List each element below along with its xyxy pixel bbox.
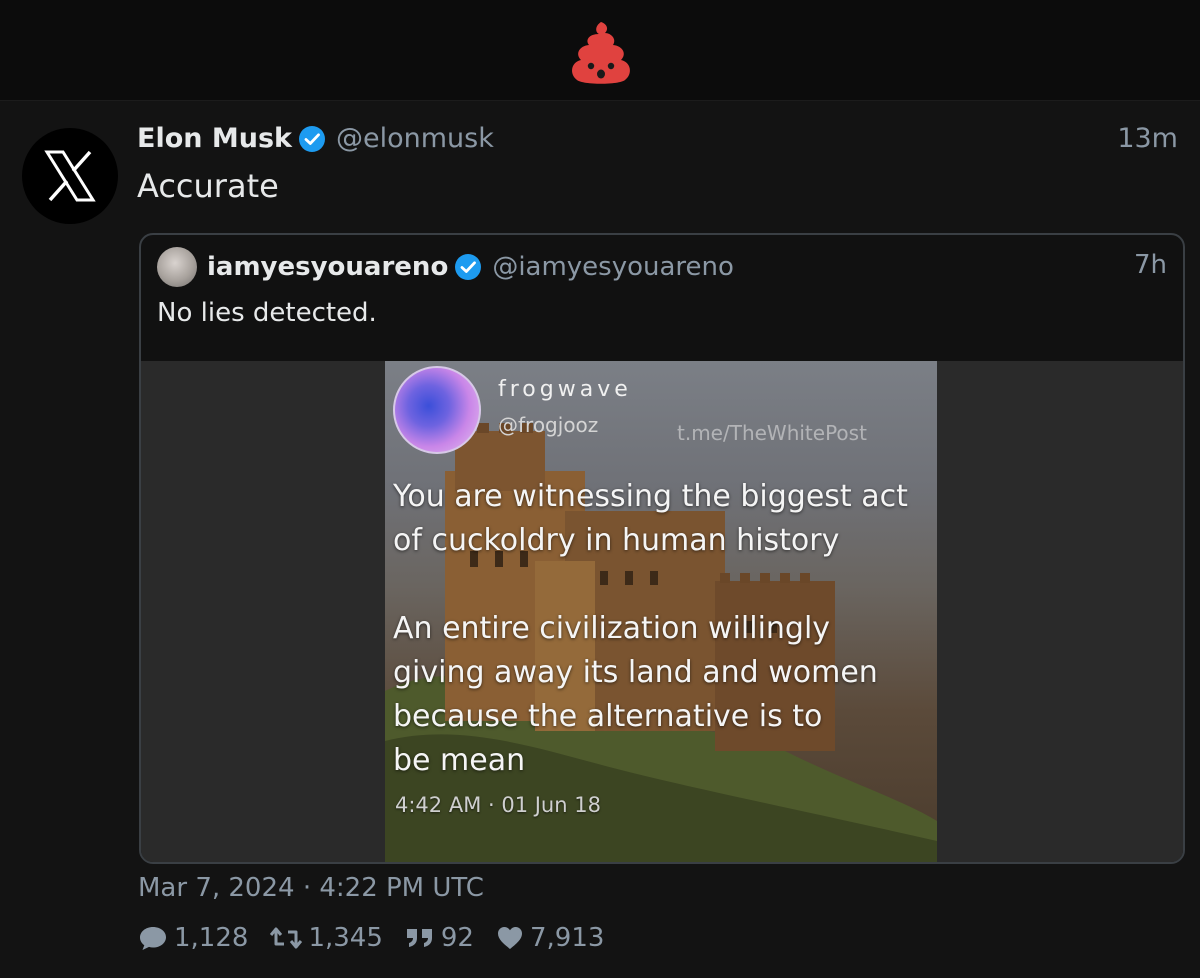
meme-text-line: You are witnessing the biggest act bbox=[393, 479, 908, 514]
engagement-stats: 1,128 1,345 92 7,913 bbox=[138, 921, 604, 955]
quote-avatar[interactable] bbox=[157, 247, 197, 287]
tweet-header: Elon Musk @elonmusk bbox=[137, 121, 494, 157]
quoted-tweet[interactable]: iamyesyouareno @iamyesyouareno 7h No lie… bbox=[139, 233, 1185, 864]
user-handle[interactable]: @elonmusk bbox=[336, 121, 494, 157]
meme-text-line: giving away its land and women bbox=[393, 655, 878, 690]
meme-watermark: t.me/TheWhitePost bbox=[677, 421, 867, 445]
comment-icon bbox=[140, 927, 166, 950]
meme-text-line: be mean bbox=[393, 743, 526, 778]
quote-time[interactable]: 7h bbox=[1134, 247, 1167, 283]
display-name[interactable]: Elon Musk bbox=[137, 121, 292, 157]
heart-icon bbox=[497, 927, 522, 949]
quote-display-name[interactable]: iamyesyouareno bbox=[207, 249, 448, 285]
meme-avatar bbox=[393, 366, 481, 454]
quote-media[interactable]: frogwave @frogjooz t.me/TheWhitePost You… bbox=[141, 361, 1183, 862]
meme-timestamp: 4:42 AM · 01 Jun 18 bbox=[395, 793, 601, 817]
tweet-timestamp[interactable]: Mar 7, 2024 · 4:22 PM UTC bbox=[138, 871, 484, 905]
quote-header: iamyesyouareno @iamyesyouareno bbox=[157, 247, 734, 287]
meme-image[interactable]: frogwave @frogjooz t.me/TheWhitePost You… bbox=[385, 361, 937, 862]
tweet-text: Accurate bbox=[137, 167, 279, 205]
quote-text: No lies detected. bbox=[157, 298, 377, 328]
top-bar bbox=[0, 0, 1200, 101]
avatar[interactable] bbox=[22, 128, 118, 224]
reply-count[interactable]: 1,128 bbox=[138, 921, 248, 955]
quote-icon bbox=[406, 929, 432, 947]
quote-count[interactable]: 92 bbox=[405, 921, 474, 955]
retweet-count[interactable]: 1,345 bbox=[270, 921, 383, 955]
retweet-icon bbox=[270, 927, 303, 949]
meme-text-line: because the alternative is to bbox=[393, 699, 823, 734]
reply-count-value: 1,128 bbox=[174, 923, 249, 953]
meme-text-line: of cuckoldry in human history bbox=[393, 523, 840, 558]
like-count[interactable]: 7,913 bbox=[496, 921, 604, 955]
x-logo-icon bbox=[44, 150, 96, 202]
verified-badge-icon bbox=[299, 126, 325, 152]
retweet-count-value: 1,345 bbox=[308, 923, 383, 953]
poop-emoji-icon[interactable] bbox=[565, 18, 637, 88]
tweet-card[interactable]: Elon Musk @elonmusk 13m Accurate iamyesy… bbox=[0, 101, 1200, 978]
tweet-time[interactable]: 13m bbox=[1117, 121, 1178, 157]
quote-count-value: 92 bbox=[440, 923, 474, 953]
verified-badge-icon bbox=[455, 254, 482, 280]
meme-text-line: An entire civilization willingly bbox=[393, 611, 831, 646]
meme-author-name: frogwave bbox=[498, 377, 632, 402]
like-count-value: 7,913 bbox=[529, 923, 605, 953]
quote-handle[interactable]: @iamyesyouareno bbox=[492, 249, 734, 285]
meme-author-handle: @frogjooz bbox=[498, 413, 599, 437]
